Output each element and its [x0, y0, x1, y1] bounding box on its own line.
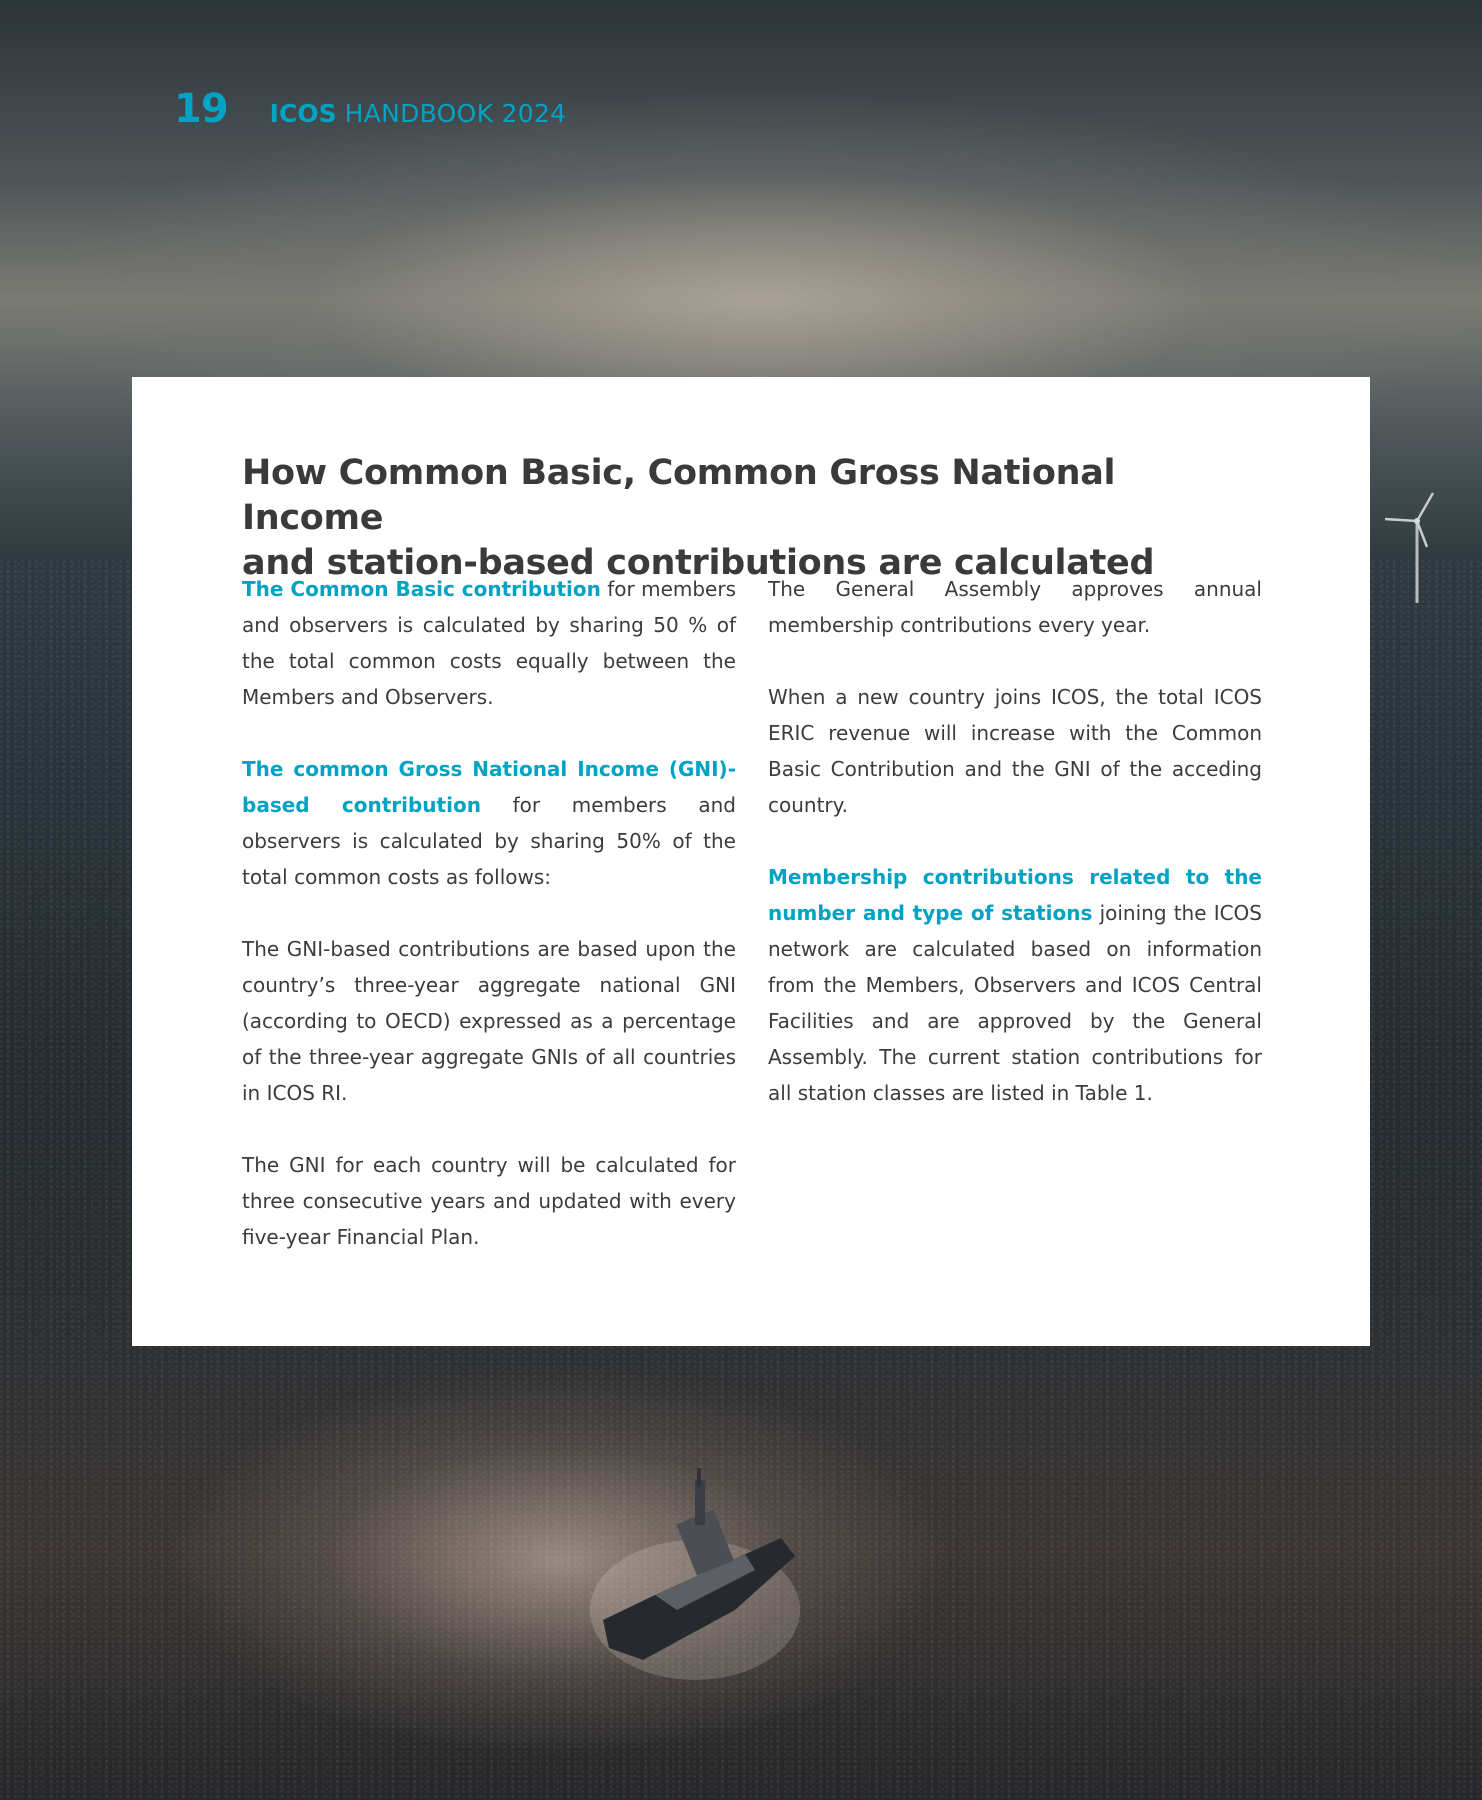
content-card: How Common Basic, Common Gross National …	[132, 377, 1370, 1346]
paragraph-gni-basis: The GNI-based contributions are based up…	[242, 931, 736, 1111]
page-header: 19 ICOS HANDBOOK 2024	[174, 86, 566, 132]
left-column: The Common Basic contribution for member…	[242, 571, 736, 1291]
brand-name: ICOS	[269, 99, 337, 128]
ship-icon	[590, 1468, 800, 1680]
section-title: How Common Basic, Common Gross National …	[242, 451, 1262, 586]
right-column: The General Assembly approves annual mem…	[768, 571, 1262, 1147]
paragraph-text: joining the ICOS network are calculated …	[768, 901, 1262, 1105]
paragraph-text: When a new country joins ICOS, the total…	[768, 685, 1262, 817]
wind-turbine-icon	[1384, 492, 1435, 603]
paragraph-station-contributions: Membership contributions related to the …	[768, 859, 1262, 1111]
paragraph-text: The GNI for each country will be calcula…	[242, 1153, 736, 1249]
paragraph-new-country: When a new country joins ICOS, the total…	[768, 679, 1262, 823]
publication-name: HANDBOOK 2024	[344, 99, 567, 128]
paragraph-common-basic: The Common Basic contribution for member…	[242, 571, 736, 715]
paragraph-text: The General Assembly approves annual mem…	[768, 577, 1262, 637]
paragraph-general-assembly: The General Assembly approves annual mem…	[768, 571, 1262, 643]
section-title-line-1: How Common Basic, Common Gross National …	[242, 453, 1116, 538]
paragraph-gni-update: The GNI for each country will be calcula…	[242, 1147, 736, 1255]
paragraph-text: The GNI-based contributions are based up…	[242, 937, 736, 1105]
paragraph-gni-contribution: The common Gross National Income (GNI)-b…	[242, 751, 736, 895]
page-number: 19	[174, 86, 229, 132]
paragraph-highlight: The Common Basic contribution	[242, 577, 601, 601]
